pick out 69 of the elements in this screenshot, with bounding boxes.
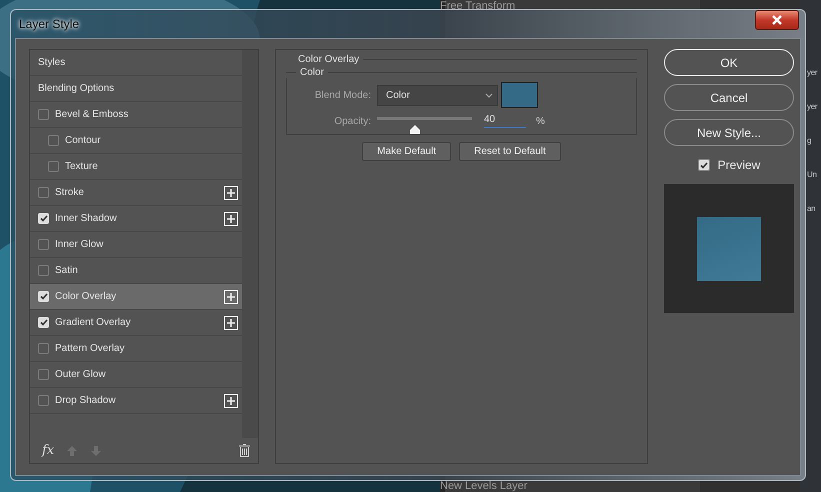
close-button[interactable] [755, 10, 799, 30]
style-list-item[interactable]: Inner Shadow [30, 206, 242, 232]
style-label: Bevel & Emboss [55, 109, 130, 120]
default-button[interactable]: Reset to Default [459, 142, 561, 161]
style-list-item[interactable]: Texture [30, 154, 242, 180]
caret-icon [485, 92, 493, 98]
group-title: Color [300, 67, 324, 78]
trash-icon[interactable] [239, 444, 250, 457]
panel-text: g [807, 136, 812, 145]
style-list-item[interactable]: Color Overlay [30, 284, 242, 310]
blend-mode-dropdown[interactable]: Color [377, 84, 498, 106]
style-label: Inner Glow [55, 239, 104, 250]
add-icon[interactable] [224, 212, 238, 226]
style-label: Gradient Overlay [55, 317, 132, 328]
scrollbar[interactable] [242, 50, 258, 438]
style-list-item[interactable]: Inner Glow [30, 232, 242, 258]
style-label: Satin [55, 265, 79, 276]
checkbox[interactable] [698, 159, 710, 171]
panel-text: yer [807, 68, 818, 77]
fx-button[interactable]: fx [42, 443, 54, 458]
preview-swatch [697, 216, 761, 280]
style-label: Pattern Overlay [55, 343, 126, 354]
style-label: Blending Options [38, 83, 116, 94]
panel-text: yer [807, 102, 818, 111]
panel-text: an [807, 204, 816, 213]
section-title: Color Overlay [297, 54, 360, 65]
default-button[interactable]: Make Default [362, 142, 452, 161]
style-list-item[interactable]: Pattern Overlay [30, 336, 242, 362]
style-list-item[interactable]: Bevel & Emboss [30, 102, 242, 128]
checkbox[interactable] [38, 265, 49, 276]
style-label: Color Overlay [55, 291, 118, 302]
checkbox[interactable] [38, 343, 49, 354]
checkbox[interactable] [48, 135, 59, 146]
field-label: Opacity: [333, 116, 371, 126]
style-list-item[interactable]: Drop Shadow [30, 388, 242, 414]
add-icon[interactable] [224, 316, 238, 330]
close-icon [771, 15, 783, 25]
window-title: Layer Style [19, 17, 80, 31]
dialog-button[interactable]: New Style... [664, 119, 794, 146]
add-icon[interactable] [224, 394, 238, 408]
style-list-item[interactable]: Gradient Overlay [30, 310, 242, 336]
style-label: Drop Shadow [55, 395, 117, 406]
opacity-field[interactable]: 40 [484, 114, 526, 128]
unit-label: % [536, 116, 545, 126]
checkbox[interactable] [38, 109, 49, 120]
checkbox[interactable] [38, 369, 49, 380]
style-list-item[interactable]: Outer Glow [30, 362, 242, 388]
style-label: Stroke [55, 187, 85, 198]
style-label: Outer Glow [55, 369, 107, 380]
checkbox[interactable] [48, 161, 59, 172]
add-icon[interactable] [224, 290, 238, 304]
preview-label: Preview [718, 158, 760, 172]
style-label: Styles [38, 57, 66, 68]
checkbox[interactable] [38, 239, 49, 250]
style-list-item[interactable]: Stroke [30, 180, 242, 206]
panel-text: Un [807, 170, 818, 179]
style-label: Texture [65, 161, 99, 172]
style-label: Contour [65, 135, 102, 146]
style-label: Inner Shadow [55, 213, 118, 224]
dialog-button[interactable]: Cancel [664, 84, 794, 111]
field-label: Blend Mode: [314, 90, 371, 100]
style-list-item[interactable]: Contour [30, 128, 242, 154]
add-icon[interactable] [224, 186, 238, 200]
color-swatch[interactable] [501, 82, 538, 108]
checkbox[interactable] [38, 395, 49, 406]
dialog-button[interactable]: OK [664, 49, 794, 76]
checkbox[interactable] [38, 187, 49, 198]
move-up-icon[interactable] [66, 444, 78, 456]
move-down-icon[interactable] [90, 444, 102, 456]
